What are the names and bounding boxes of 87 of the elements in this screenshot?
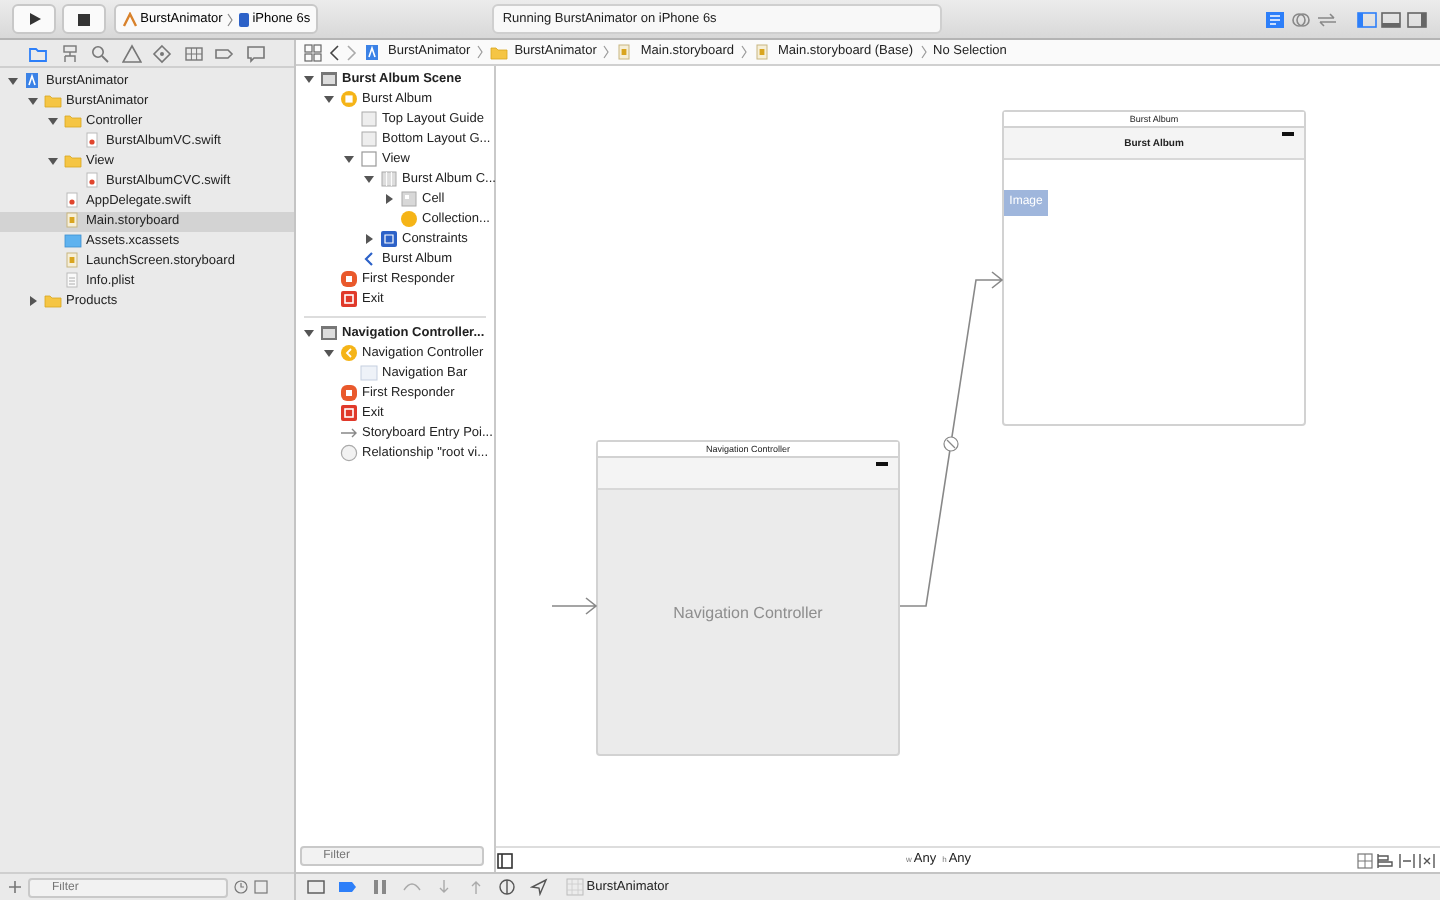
panel-toggle-icon[interactable] [1355,9,1378,29]
step-in-icon[interactable] [434,878,454,896]
navigation-controller-icon [340,344,358,363]
location-icon[interactable] [530,878,550,896]
run-button[interactable] [12,4,56,34]
object-icon [400,210,418,229]
disclosure-triangle-icon[interactable] [302,72,316,87]
asset-folder-icon [64,232,82,251]
search-icon[interactable] [90,43,111,63]
relationship-icon[interactable] [943,436,959,452]
warning-icon[interactable] [121,43,142,63]
disclosure-triangle-icon[interactable] [362,172,376,187]
play-icon [27,12,41,26]
exit-icon [340,404,358,423]
collection-view-icon [380,170,398,189]
folder-icon[interactable] [28,43,48,63]
entry-arrow [551,597,598,615]
chevron-icon [360,250,378,269]
view-controller-icon [340,90,358,109]
view-hierarchy-icon[interactable] [498,878,518,896]
storyboard-file-icon [64,212,82,231]
hierarchy-icon[interactable] [59,43,80,63]
chevron-right-icon [602,44,611,60]
diamond-icon[interactable] [152,43,173,63]
app-file-icon [24,72,42,91]
disclosure-triangle-icon[interactable] [6,74,20,89]
pause-icon[interactable] [370,878,390,896]
chevron-right-icon [919,44,928,60]
chevron-right-icon [476,44,485,60]
disclosure-triangle-icon[interactable] [322,92,336,107]
interlocking-rings-icon[interactable] [1289,9,1312,29]
add-icon[interactable] [8,880,22,894]
scene-icon [320,70,338,89]
code-file-icon [84,172,102,191]
navigation-bar-icon [360,364,378,383]
panel-toggle-icon[interactable] [1406,9,1428,29]
speech-bubble-icon[interactable] [245,43,266,63]
list-file-icon [64,272,82,291]
disclosure-triangle-icon[interactable] [342,152,356,167]
step-out-icon[interactable] [466,878,486,896]
sidebar-toggle-icon[interactable] [496,851,514,869]
scene-label: Navigation Controller [673,604,823,622]
folder-icon [64,152,82,171]
folder-icon [44,292,62,311]
arrow-icon [340,424,358,443]
disclosure-triangle-icon[interactable] [322,346,336,361]
chevron-right-icon [739,44,748,60]
phone-icon [237,11,250,27]
first-responder-icon [340,384,358,403]
clock-icon[interactable] [234,880,248,894]
disclosure-triangle-icon[interactable] [46,114,60,129]
resolve-icon[interactable] [1418,851,1437,869]
stack-icon[interactable] [1355,851,1373,869]
disclosure-triangle-icon[interactable] [362,232,376,247]
storyboard-file-icon [753,43,772,61]
code-file-icon [84,132,102,151]
breakpoints-icon[interactable] [338,878,358,896]
relationship-icon [340,444,358,463]
view-icon [360,150,378,169]
storyboard-file-icon [64,252,82,271]
disclosure-triangle-icon[interactable] [302,326,316,341]
chevron-right-icon [225,11,234,27]
back-icon[interactable] [328,43,340,61]
swap-arrows-icon[interactable] [1315,9,1337,29]
exit-icon [340,290,358,309]
grid-icon[interactable] [304,43,322,61]
storyboard-file-icon [616,43,635,61]
panel-toggle-icon[interactable] [1380,9,1403,29]
disclosure-triangle-icon[interactable] [26,94,40,109]
constraints-icon [380,230,398,249]
tag-icon[interactable] [214,43,235,63]
scope-icon[interactable] [254,880,268,894]
grid-icon[interactable] [183,43,204,63]
app-icon [121,11,137,27]
code-file-icon [64,192,82,211]
stop-button[interactable] [62,4,107,34]
disclosure-triangle-icon[interactable] [382,192,396,207]
align-icon[interactable] [1376,851,1395,869]
hide-debug-area-icon[interactable] [306,878,326,896]
stop-icon [78,13,91,25]
disclosure-triangle-icon[interactable] [26,294,40,309]
cell-icon [400,190,418,209]
scene-icon [320,324,338,343]
pin-icon[interactable] [1397,851,1416,869]
editor-lines-icon[interactable] [1264,9,1287,29]
first-responder-icon [340,270,358,289]
disclosure-triangle-icon[interactable] [46,154,60,169]
